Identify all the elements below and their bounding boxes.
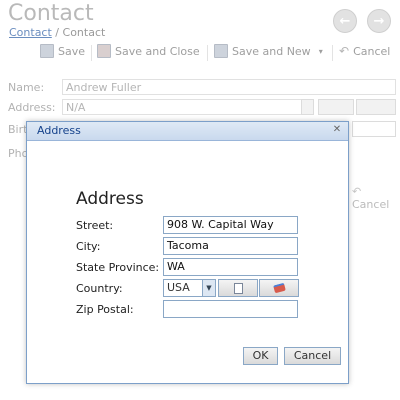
address-input[interactable]: N/A — [62, 99, 314, 115]
page-icon — [233, 283, 243, 294]
page-title: Contact — [8, 1, 94, 26]
birth-date-label: Birt — [8, 123, 28, 136]
cancel-label: Cancel — [353, 44, 391, 58]
toolbar-divider — [207, 45, 208, 61]
country-select[interactable]: USA ▼ — [163, 279, 216, 297]
zip-postal-input[interactable] — [163, 300, 298, 318]
save-and-new-button[interactable]: Save and New ▾ — [214, 44, 323, 58]
breadcrumb: Contact / Contact — [9, 26, 105, 39]
breadcrumb-separator: / — [55, 26, 60, 39]
arrow-right-icon: → — [373, 13, 385, 29]
undo-icon: ↶ — [339, 44, 350, 58]
name-input[interactable]: Andrew Fuller — [62, 79, 396, 95]
breadcrumb-current: Contact — [62, 26, 106, 39]
ok-button[interactable]: OK — [243, 347, 278, 365]
country-value: USA — [167, 281, 190, 294]
dialog-header[interactable]: Address ✕ — [27, 122, 348, 141]
arrow-left-icon: ← — [339, 13, 351, 29]
toolbar-divider — [332, 45, 333, 61]
eraser-icon — [272, 282, 286, 294]
breadcrumb-link-contact[interactable]: Contact — [9, 26, 52, 39]
country-edit-button[interactable] — [218, 279, 258, 297]
address-dialog: Address ✕ Address Street: 908 W. Capital… — [26, 121, 349, 384]
floppy-disk-icon — [40, 44, 54, 58]
save-and-close-label: Save and Close — [115, 44, 200, 58]
inner-cancel-button[interactable]: ↶ Cancel — [352, 185, 400, 211]
address-label: Address: — [8, 101, 56, 114]
cancel-dialog-button[interactable]: Cancel — [284, 347, 341, 365]
undo-icon: ↶ — [352, 185, 362, 198]
address-edit-button[interactable] — [318, 99, 354, 115]
save-and-close-button[interactable]: Save and Close — [97, 44, 200, 58]
dialog-heading: Address — [76, 189, 144, 209]
save-new-icon — [214, 44, 228, 58]
save-close-icon — [97, 44, 111, 58]
inner-cancel-label: Cancel — [352, 198, 390, 211]
toolbar-divider — [91, 45, 92, 61]
previous-record-button[interactable]: ← — [333, 9, 357, 33]
close-icon[interactable]: ✕ — [332, 125, 342, 135]
birth-date-input[interactable] — [352, 121, 396, 137]
name-label: Name: — [8, 81, 45, 94]
address-dropdown-button[interactable] — [301, 99, 314, 115]
city-label: City: — [76, 240, 101, 253]
next-record-button[interactable]: → — [367, 9, 391, 33]
save-label: Save — [58, 44, 86, 58]
save-button[interactable]: Save — [40, 44, 85, 58]
state-province-label: State Province: — [76, 261, 160, 274]
dialog-title: Address — [37, 124, 81, 137]
chevron-down-icon[interactable]: ▼ — [202, 280, 215, 296]
state-province-input[interactable]: WA — [163, 258, 298, 276]
zip-postal-label: Zip Postal: — [76, 303, 134, 316]
street-input[interactable]: 908 W. Capital Way — [163, 216, 298, 234]
country-label: Country: — [76, 282, 123, 295]
save-and-new-label: Save and New — [232, 44, 311, 58]
street-label: Street: — [76, 219, 114, 232]
cancel-button[interactable]: ↶ Cancel — [339, 44, 390, 58]
country-clear-button[interactable] — [259, 279, 299, 297]
chevron-down-icon[interactable]: ▾ — [319, 47, 323, 56]
toolbar: Save Save and Close Save and New ▾ ↶ Can… — [0, 42, 400, 64]
address-clear-button[interactable] — [356, 99, 396, 115]
city-input[interactable]: Tacoma — [163, 237, 298, 255]
